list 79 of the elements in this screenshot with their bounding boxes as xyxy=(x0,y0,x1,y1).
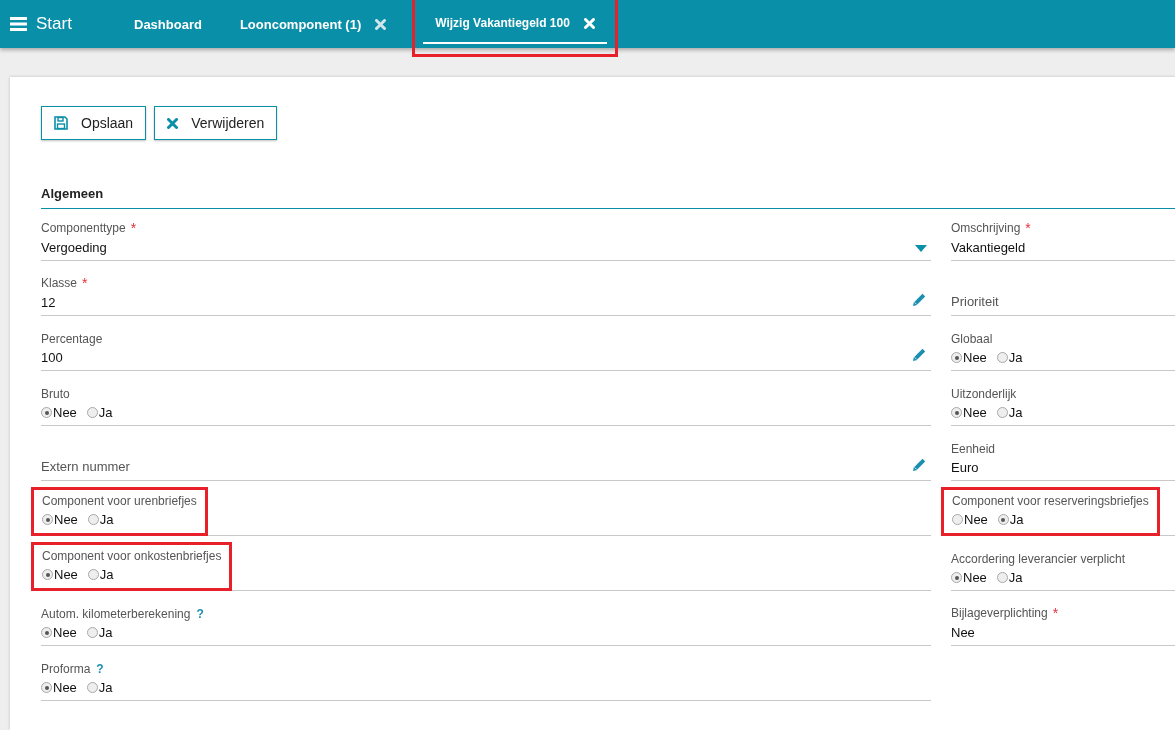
radio-button[interactable] xyxy=(951,572,962,583)
radio-button[interactable] xyxy=(41,682,52,693)
radio-label[interactable]: Nee xyxy=(53,625,77,640)
field-label: Component voor urenbriefjes xyxy=(42,494,197,508)
radio-label[interactable]: Ja xyxy=(99,512,114,527)
field-label: Component voor reserveringsbriefjes xyxy=(952,494,1149,508)
section-title: Algemeen xyxy=(41,186,1175,209)
help-link[interactable]: ? xyxy=(196,607,204,621)
menu-icon[interactable] xyxy=(10,17,27,31)
field-label: Autom. kilometerberekening xyxy=(41,607,191,621)
tab[interactable]: Wijzig Vakantiegeld 100 xyxy=(423,4,607,44)
required-asterisk: * xyxy=(1052,605,1059,621)
radio-button[interactable] xyxy=(42,514,53,525)
field-value[interactable]: Vakantiegeld xyxy=(951,240,1175,255)
radio-button[interactable] xyxy=(997,514,1009,525)
input-field[interactable]: Extern nummer xyxy=(41,459,912,475)
field-value[interactable]: Nee xyxy=(951,625,1175,640)
field-label: Component voor onkostenbriefjes xyxy=(42,549,222,563)
help-link[interactable]: ? xyxy=(96,662,104,676)
radio-button[interactable] xyxy=(86,407,98,418)
radio-label[interactable]: Ja xyxy=(98,625,113,640)
field-label: Uitzonderlijk xyxy=(951,387,1017,401)
close-icon[interactable] xyxy=(167,117,179,129)
tab[interactable]: Dashboard xyxy=(122,0,214,48)
delete-button[interactable]: Verwijderen xyxy=(154,106,278,140)
radio-button[interactable] xyxy=(41,407,52,418)
pencil-icon[interactable] xyxy=(912,457,927,472)
radio-label[interactable]: Nee xyxy=(54,512,78,527)
radio-button[interactable] xyxy=(951,352,962,363)
caret-icon[interactable] xyxy=(915,245,927,252)
save-icon xyxy=(54,116,68,130)
required-asterisk: * xyxy=(1025,220,1031,236)
radio-button[interactable] xyxy=(87,569,99,580)
radio-button[interactable] xyxy=(951,407,962,418)
field-label: Percentage xyxy=(41,332,103,346)
field-label: Accordering leverancier verplicht xyxy=(951,552,1126,566)
start-menu-link[interactable]: Start xyxy=(36,14,72,34)
field-label: Proforma xyxy=(41,662,91,676)
field-label: Bruto xyxy=(41,387,70,401)
radio-label[interactable]: Nee xyxy=(54,567,78,582)
radio-button[interactable] xyxy=(87,514,99,525)
radio-button[interactable] xyxy=(86,682,98,693)
required-asterisk: * xyxy=(130,220,137,236)
field-label: Componenttype xyxy=(41,221,126,235)
radio-label[interactable]: Nee xyxy=(963,350,987,365)
radio-label[interactable]: Ja xyxy=(1008,570,1023,585)
radio-label[interactable]: Nee xyxy=(964,512,988,527)
field-label: Globaal xyxy=(951,332,993,346)
radio-label[interactable]: Ja xyxy=(99,567,114,582)
radio-label[interactable]: Ja xyxy=(98,405,113,420)
radio-button[interactable] xyxy=(42,569,53,580)
radio-label[interactable]: Nee xyxy=(963,570,987,585)
radio-button[interactable] xyxy=(996,352,1008,363)
radio-button[interactable] xyxy=(41,627,52,638)
radio-button[interactable] xyxy=(996,572,1008,583)
field-label: Eenheid xyxy=(951,442,996,456)
pencil-icon[interactable] xyxy=(912,292,927,307)
field-value[interactable]: 12 xyxy=(41,295,912,310)
tab[interactable]: Looncomponent (1) xyxy=(227,0,399,48)
pencil-icon[interactable] xyxy=(912,347,927,362)
save-button[interactable]: Opslaan xyxy=(41,106,147,140)
radio-label[interactable]: Nee xyxy=(53,405,77,420)
radio-label[interactable]: Ja xyxy=(1008,405,1023,420)
radio-button[interactable] xyxy=(86,627,98,638)
radio-button[interactable] xyxy=(952,514,963,525)
radio-label[interactable]: Ja xyxy=(1008,350,1023,365)
radio-label[interactable]: Ja xyxy=(1009,512,1024,527)
radio-label[interactable]: Nee xyxy=(963,405,987,420)
radio-label[interactable]: Nee xyxy=(53,680,77,695)
field-value[interactable]: Euro xyxy=(951,460,1175,475)
input-field[interactable]: Prioriteit xyxy=(951,294,1175,310)
select-value[interactable]: Vergoeding xyxy=(41,240,915,255)
field-label: Klasse xyxy=(41,276,78,290)
radio-label[interactable]: Ja xyxy=(98,680,113,695)
radio-button[interactable] xyxy=(996,407,1008,418)
field-label: Bijlageverplichting xyxy=(951,606,1048,620)
field-label: Omschrijving xyxy=(951,221,1021,235)
required-asterisk: * xyxy=(82,275,88,291)
field-value[interactable]: 100 xyxy=(41,350,912,365)
